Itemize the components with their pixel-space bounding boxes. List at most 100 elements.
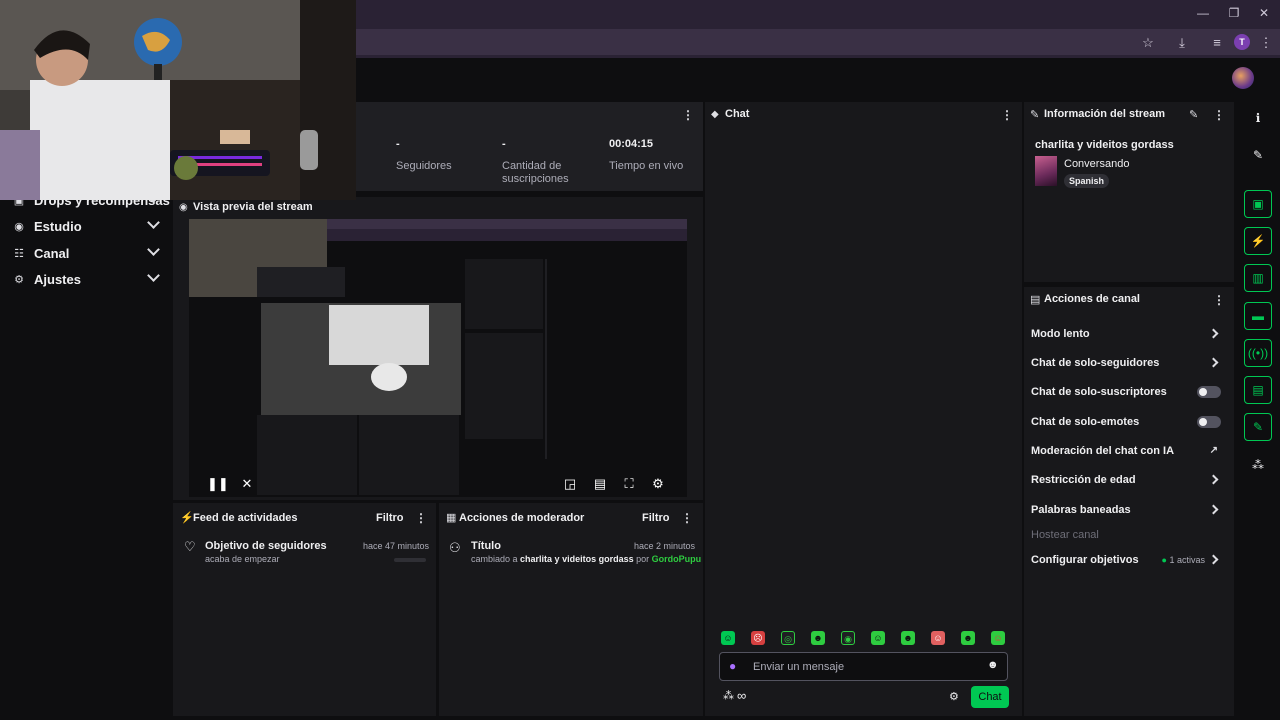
moderator-actions-panel: ▦ Acciones de moderador Filtro ⋮ ⚇ Títul… [439,503,703,716]
stream-stats-panel: ⋮ - Seguidores - Cantidad de suscripcion… [356,102,703,191]
active-dot-icon: ● [1161,555,1167,565]
gear-icon: ⚙ [14,273,24,286]
stream-preview-panel: ◉ Vista previa del stream ❚❚ ✕ ◲ ▤ ⛶ ⚙ [173,197,703,500]
action-ai-moderation[interactable]: Moderación del chat con IA ↗ [1031,441,1227,461]
download-icon[interactable]: ⤓ [1173,34,1191,52]
edit-icon[interactable]: ✎ [1244,141,1272,169]
more-options-icon[interactable]: ⋮ [681,511,693,525]
picture-in-picture-icon[interactable]: ◲ [561,475,579,493]
clip-icon[interactable]: ▣ [1244,190,1272,218]
right-quick-actions-rail: ℹ ✎ ▣ ⚡ ▥ ▬ ((•)) ▤ ✎ ⁂ [1236,100,1280,720]
activity-item[interactable]: ♡ Objetivo de seguidores acaba de empeza… [173,537,436,567]
chat-icon[interactable]: ▬ [1244,302,1272,330]
activity-time: hace 47 minutos [363,541,430,551]
action-configure-goals[interactable]: Configurar objetivos ● 1 activas [1031,550,1227,570]
browser-profile-avatar[interactable]: T [1234,34,1250,50]
chat-send-button[interactable]: Chat [971,686,1009,708]
sidebar-item-canal[interactable]: ☷ Canal [0,240,172,266]
category-box-art[interactable] [1035,156,1057,186]
chevron-right-icon [1208,474,1219,485]
action-age-restriction[interactable]: Restricción de edad [1031,470,1227,490]
action-banned-words[interactable]: Palabras baneadas [1031,500,1227,520]
sidebar-item-estudio[interactable]: ◉ Estudio [0,213,172,239]
gear-icon[interactable]: ⚙ [649,475,667,493]
notes-icon[interactable]: ▥ [1244,264,1272,292]
sidebar-item-ajustes[interactable]: ⚙ Ajustes [0,266,172,292]
emotes-only-toggle[interactable] [1197,416,1221,428]
action-followers-only[interactable]: Chat de solo-seguidores [1031,353,1227,373]
fullscreen-icon[interactable]: ⛶ [620,475,638,493]
action-emotes-only[interactable]: Chat de solo-emotes [1031,412,1227,432]
emote-icon[interactable]: ☻ [961,631,975,645]
filter-button[interactable]: Filtro [376,512,404,524]
panel-title: Vista previa del stream [193,201,313,213]
category-name[interactable]: Conversando [1064,158,1129,170]
panel-title: Feed de actividades [193,512,298,524]
close-window-button[interactable]: ✕ [1256,6,1272,20]
lightning-icon[interactable]: ⚡ [1244,227,1272,255]
more-options-icon[interactable]: ⋮ [1213,293,1225,307]
channel-actions-panel: ▤ Acciones de canal ⋮ Modo lento Chat de… [1024,287,1234,716]
info-icon[interactable]: ℹ [1244,104,1272,132]
wrench-icon[interactable]: ✎ [1244,413,1272,441]
emote-icon[interactable]: ◎ [781,631,795,645]
browser-menu-icon[interactable]: ⋮ [1257,34,1275,52]
subscriptions-label: Cantidad de suscripciones [502,160,569,185]
emote-icon[interactable]: ◉ [841,631,855,645]
more-options-icon[interactable]: ⋮ [1001,108,1013,122]
action-label: Chat de solo-emotes [1031,416,1140,428]
chat-message-input[interactable]: ● Enviar un mensaje ☻ [719,652,1008,681]
emote-icon[interactable]: ☻ [901,631,915,645]
chevron-down-icon [147,243,160,256]
user-edit-icon: ⚇ [449,540,461,555]
gear-icon[interactable]: ⚙ [949,690,959,703]
emote-icon[interactable]: ☺ [931,631,945,645]
mute-icon[interactable]: ✕ [238,475,256,493]
media-controls-icon[interactable]: ≡ [1208,34,1226,52]
pause-icon[interactable]: ❚❚ [207,475,229,493]
chevron-right-icon [1208,504,1219,515]
heart-icon: ♡ [184,539,196,554]
infinity-points-value: ∞ [737,688,747,703]
community-points-icon[interactable]: ⁂ [723,689,734,702]
webcam-overlay [0,0,356,200]
filter-button[interactable]: Filtro [642,512,670,524]
more-options-icon[interactable]: ⋮ [415,511,427,525]
action-subscribers-only[interactable]: Chat de solo-suscriptores [1031,382,1227,402]
bookmark-star-icon[interactable]: ☆ [1139,34,1157,52]
subscribers-only-toggle[interactable] [1197,386,1221,398]
more-options-icon[interactable]: ⋮ [682,108,694,122]
more-options-icon[interactable]: ⋮ [1213,108,1225,122]
edit-icon[interactable]: ✎ [1189,108,1198,121]
action-slow-mode[interactable]: Modo lento [1031,324,1227,344]
emote-icon[interactable]: ☺ [871,631,885,645]
emote-icon[interactable]: ☹ [751,631,765,645]
stream-info-panel: ✎ Información del stream ✎ ⋮ charlita y … [1024,102,1234,282]
mod-action-item[interactable]: ⚇ Título hace 2 minutos cambiado a charl… [439,537,703,567]
emote-icon[interactable]: ☺ [991,631,1005,645]
emoji-icon[interactable]: ☻ [987,659,999,671]
microphone-icon[interactable]: ● [729,659,736,673]
emote-icon[interactable]: ☺ [721,631,735,645]
action-label: Modo lento [1031,328,1090,340]
language-tag[interactable]: Spanish [1064,174,1110,188]
user-avatar[interactable] [1232,67,1254,89]
restore-window-button[interactable]: ❐ [1226,6,1242,20]
live-time-value: 00:04:15 [609,138,654,150]
minimize-window-button[interactable]: — [1195,6,1211,20]
sidebar-item-label: Ajustes [34,271,81,287]
theatre-icon[interactable]: ▤ [591,475,609,493]
sidebar-item-label: Canal [34,245,70,261]
users-icon: ☷ [14,247,24,260]
action-label: Configurar objetivos [1031,554,1139,566]
layout-icon[interactable]: ▤ [1244,376,1272,404]
emote-icon[interactable]: ☻ [811,631,825,645]
wrench-icon: ✎ [1030,109,1040,121]
stream-preview-video[interactable] [189,219,687,497]
broadcast-icon[interactable]: ((•)) [1244,339,1272,367]
chevron-down-icon [147,269,160,282]
community-icon[interactable]: ⁂ [1244,451,1272,479]
activity-feed-panel: ⚡ Feed de actividades Filtro ⋮ ♡ Objetiv… [173,503,436,716]
webcam-feed-image [0,0,356,200]
action-label: Palabras baneadas [1031,504,1131,516]
